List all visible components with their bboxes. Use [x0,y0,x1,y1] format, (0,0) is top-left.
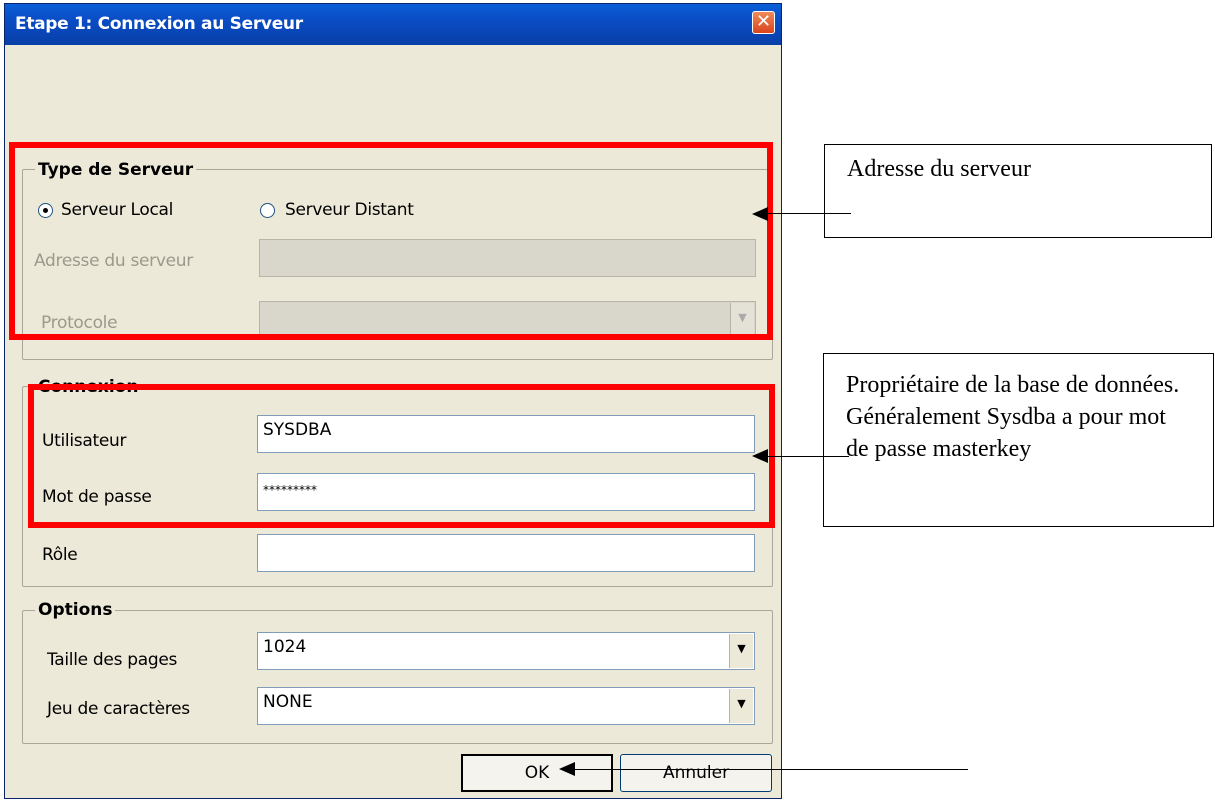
callout-db-owner: Propriétaire de la base de données. Géné… [823,353,1214,527]
page-size-value: 1024 [263,637,307,657]
title-bar[interactable]: Etape 1: Connexion au Serveur ✕ [5,4,781,45]
arrow-left-icon [559,762,575,776]
options-legend: Options [35,600,116,620]
chevron-down-icon[interactable]: ▼ [729,689,753,723]
callout-arrow-line [766,213,851,214]
chevron-down-icon[interactable]: ▼ [729,634,753,668]
highlight-server-type [9,142,773,340]
ok-button[interactable]: OK [461,754,613,792]
page-size-select[interactable]: 1024 ▼ [257,632,755,670]
window-title: Etape 1: Connexion au Serveur [15,14,303,34]
callout-arrow-line [766,456,849,457]
role-label: Rôle [42,545,78,565]
arrow-left-icon [752,207,768,221]
ok-arrow-line [575,769,968,770]
arrow-left-icon [752,449,768,463]
callout-server-address: Adresse du serveur [824,144,1212,238]
page-size-label: Taille des pages [47,650,178,670]
charset-select[interactable]: NONE ▼ [257,687,755,725]
role-input[interactable] [257,534,755,572]
highlight-credentials [28,384,775,528]
close-icon[interactable]: ✕ [752,11,775,34]
charset-label: Jeu de caractères [47,699,190,719]
charset-value: NONE [263,692,313,712]
cancel-button[interactable]: Annuler [620,754,772,792]
